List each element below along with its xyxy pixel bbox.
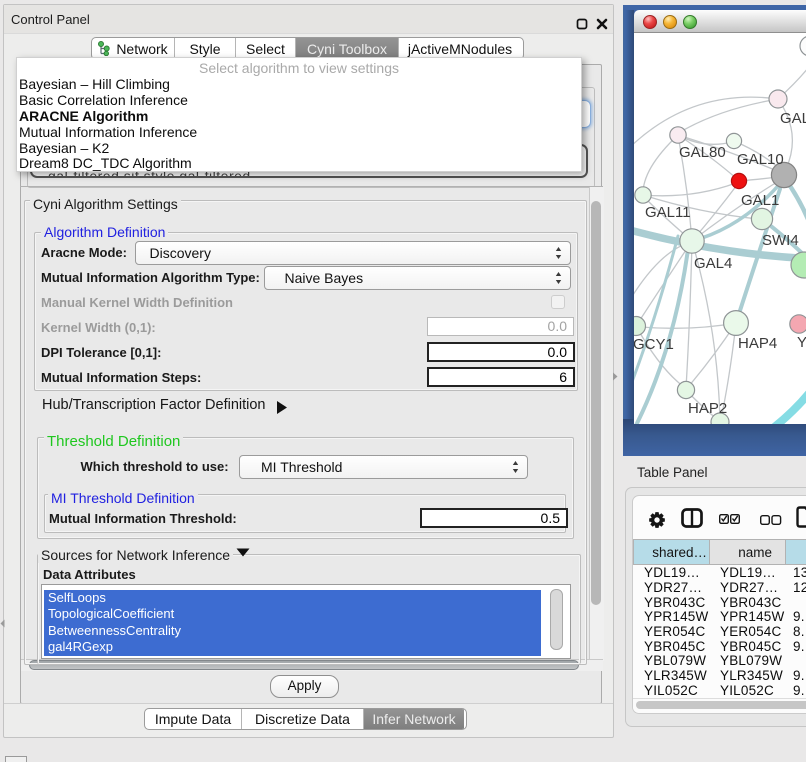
- svg-text:GAL1: GAL1: [741, 192, 779, 209]
- svg-text:HAP4: HAP4: [738, 335, 777, 352]
- svg-text:GAL11: GAL11: [645, 204, 691, 221]
- svg-text:YE: YE: [797, 334, 806, 351]
- svg-text:GAL10: GAL10: [737, 151, 784, 168]
- svg-text:GAL4: GAL4: [694, 255, 732, 272]
- svg-text:SWI4: SWI4: [762, 232, 799, 249]
- svg-text:HAP2: HAP2: [688, 400, 727, 417]
- svg-text:GAL7: GAL7: [780, 110, 806, 127]
- svg-text:GCY1: GCY1: [634, 336, 674, 353]
- svg-text:GAL80: GAL80: [679, 144, 726, 161]
